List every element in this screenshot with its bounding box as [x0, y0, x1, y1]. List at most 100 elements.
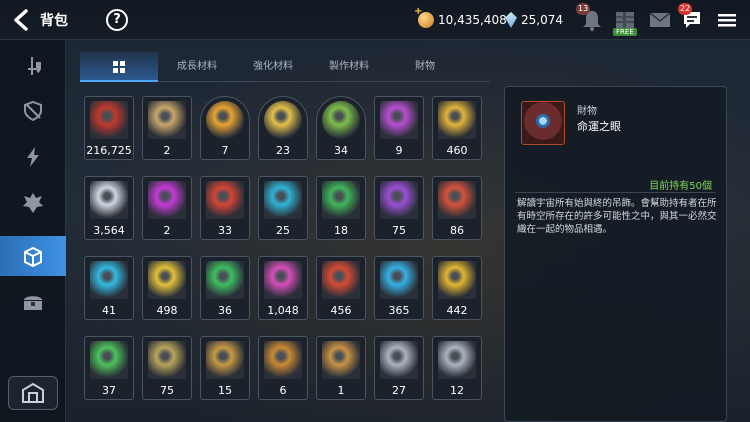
item-quantity: 2 — [163, 144, 171, 157]
item-quantity: 3,564 — [93, 224, 125, 237]
inventory-slot[interactable]: 86 — [432, 176, 482, 240]
inventory-slot[interactable]: 498 — [142, 256, 192, 320]
item-quantity: 460 — [446, 144, 468, 157]
owned-count: 目前持有50個 — [649, 181, 712, 192]
menu-icon[interactable] — [713, 6, 741, 34]
item-quantity: 365 — [388, 304, 410, 317]
sidebar-item-armor[interactable] — [0, 91, 66, 131]
item-quantity: 33 — [218, 224, 232, 237]
inventory-slot[interactable]: 75 — [374, 176, 424, 240]
bell-badge: 13 — [576, 3, 591, 15]
item-quantity: 41 — [102, 304, 116, 317]
tab-growth-materials[interactable]: 成長材料 — [158, 52, 236, 82]
item-quantity: 75 — [160, 384, 174, 397]
inventory-slot[interactable]: 34 — [316, 96, 366, 160]
storage-button[interactable] — [8, 376, 58, 410]
category-tabs: 成長材料 強化材料 製作材料 財物 — [80, 52, 490, 82]
silver-swords-emblem-icon — [380, 341, 418, 379]
purple-flower-icon — [380, 101, 418, 139]
sidebar-item-materials[interactable] — [0, 236, 66, 276]
tab-craft-materials[interactable]: 製作材料 — [310, 52, 388, 82]
inventory-slot[interactable]: 18 — [316, 176, 366, 240]
hamster-orange-icon — [206, 101, 244, 139]
inventory-slot[interactable]: 2 — [142, 176, 192, 240]
blue-hexagon-gem-icon — [264, 181, 302, 219]
inventory-slot[interactable]: 365 — [374, 256, 424, 320]
yellow-triangle-gem-icon — [148, 261, 186, 299]
item-quantity: 15 — [218, 384, 232, 397]
red-oval-gem-icon — [322, 261, 360, 299]
hamster-green-icon — [322, 101, 360, 139]
inventory-slot[interactable]: 3,564 — [84, 176, 134, 240]
item-quantity: 6 — [279, 384, 287, 397]
item-detail-panel: 財物 命運之眼 目前持有50個 解讀宇宙所有始與終的吊飾。會幫助持有者在所有時空… — [504, 86, 727, 422]
sidebar-item-skill[interactable] — [0, 137, 66, 177]
materials-bag-icon — [24, 246, 42, 268]
gold-counter[interactable]: 10,435,408 — [414, 6, 507, 29]
eye-of-fate-icon — [521, 101, 565, 145]
item-quantity: 36 — [218, 304, 232, 317]
sidebar-item-chest[interactable] — [0, 282, 66, 322]
inventory-slot[interactable]: 25 — [258, 176, 308, 240]
broken-shield-icon — [24, 100, 42, 122]
inventory-slot[interactable]: 456 — [316, 256, 366, 320]
inventory-slot[interactable]: 23 — [258, 96, 308, 160]
item-quantity: 456 — [330, 304, 352, 317]
grid-icon — [113, 61, 125, 73]
inventory-slot[interactable]: 9 — [374, 96, 424, 160]
gold-coin-icon — [414, 6, 434, 28]
warehouse-icon — [22, 382, 44, 403]
item-quantity: 27 — [392, 384, 406, 397]
sidebar-item-crest[interactable] — [0, 183, 66, 223]
inventory-slot[interactable]: 75 — [142, 336, 192, 400]
gem-counter[interactable]: 25,074 — [505, 11, 563, 29]
page-title: 背包 — [40, 13, 68, 29]
mail-icon[interactable] — [646, 6, 674, 34]
red-hexagon-gem-icon — [206, 181, 244, 219]
green-triangle-gem-icon — [206, 261, 244, 299]
feather-icon — [148, 341, 186, 379]
inventory-slot[interactable]: 2 — [142, 96, 192, 160]
red-crest-icon — [90, 101, 128, 139]
inventory-slot[interactable]: 460 — [432, 96, 482, 160]
red-triangle-gem-icon — [438, 181, 476, 219]
item-quantity: 7 — [221, 144, 229, 157]
inventory-slot[interactable]: 442 — [432, 256, 482, 320]
sidebar-item-weapon[interactable] — [0, 46, 66, 86]
pink-oval-gem-icon — [264, 261, 302, 299]
treasure-chest-icon — [24, 296, 42, 310]
sidebar — [0, 40, 66, 422]
inventory-slot[interactable]: 33 — [200, 176, 250, 240]
inventory-slot[interactable]: 216,725 — [84, 96, 134, 160]
item-quantity: 442 — [446, 304, 468, 317]
green-hexagon-gem-icon — [322, 181, 360, 219]
bow-emblem-icon — [322, 341, 360, 379]
help-button[interactable]: ? — [106, 9, 128, 31]
inventory-slot[interactable]: 6 — [258, 336, 308, 400]
item-name: 命運之眼 — [577, 120, 621, 133]
item-quantity: 1,048 — [267, 304, 299, 317]
gold-flower-icon — [438, 101, 476, 139]
inventory-slot[interactable]: 36 — [200, 256, 250, 320]
inventory-slot[interactable]: 12 — [432, 336, 482, 400]
item-quantity: 1 — [337, 384, 345, 397]
tab-all[interactable] — [80, 52, 158, 82]
tab-enhance-materials[interactable]: 強化材料 — [234, 52, 312, 82]
item-quantity: 9 — [395, 144, 403, 157]
silver-flower-icon — [90, 181, 128, 219]
back-arrow-icon[interactable] — [10, 8, 34, 32]
inventory-slot[interactable]: 27 — [374, 336, 424, 400]
crest-icon — [23, 193, 43, 213]
inventory-slot[interactable]: 1,048 — [258, 256, 308, 320]
diamond-icon — [505, 12, 517, 28]
inventory-slot[interactable]: 15 — [200, 336, 250, 400]
tab-treasure[interactable]: 財物 — [386, 52, 464, 82]
inventory-slot[interactable]: 1 — [316, 336, 366, 400]
ticket-icon — [148, 101, 186, 139]
item-quantity: 18 — [334, 224, 348, 237]
inventory-slot[interactable]: 41 — [84, 256, 134, 320]
inventory-slot[interactable]: 7 — [200, 96, 250, 160]
item-quantity: 86 — [450, 224, 464, 237]
free-tag: FREE — [613, 28, 637, 36]
inventory-slot[interactable]: 37 — [84, 336, 134, 400]
